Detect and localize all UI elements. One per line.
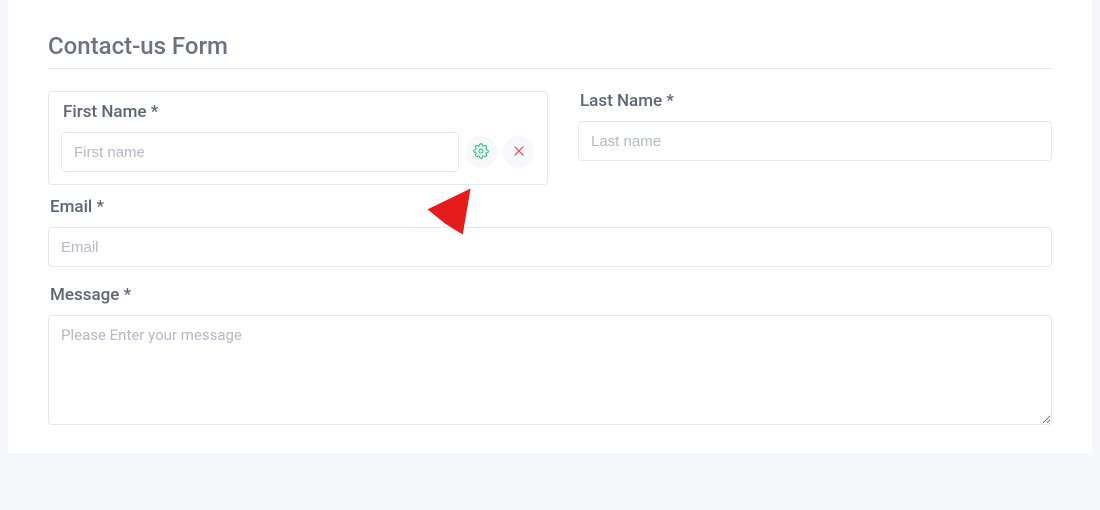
first-name-label: First Name * — [61, 102, 535, 122]
gear-icon — [473, 143, 489, 162]
settings-button[interactable] — [465, 136, 497, 168]
last-name-input[interactable] — [578, 121, 1052, 161]
row-email: Email * — [48, 197, 1052, 267]
field-message[interactable]: Message * — [48, 285, 1052, 425]
email-label: Email * — [48, 197, 1052, 217]
first-name-input[interactable] — [61, 132, 459, 172]
message-input-row — [48, 315, 1052, 425]
divider — [48, 68, 1052, 69]
message-input[interactable] — [48, 315, 1052, 425]
message-label: Message * — [48, 285, 1052, 305]
email-input[interactable] — [48, 227, 1052, 267]
form-title: Contact-us Form — [48, 32, 1052, 60]
last-name-input-row — [578, 121, 1052, 161]
row-message: Message * — [48, 285, 1052, 425]
form-container: Contact-us Form First Name * — [8, 0, 1092, 453]
field-first-name[interactable]: First Name * — [48, 91, 548, 185]
close-icon — [512, 144, 526, 161]
first-name-input-row — [61, 132, 535, 172]
row-names: First Name * — [48, 91, 1052, 185]
field-last-name[interactable]: Last Name * — [578, 91, 1052, 185]
email-input-row — [48, 227, 1052, 267]
field-email[interactable]: Email * — [48, 197, 1052, 267]
delete-button[interactable] — [503, 136, 535, 168]
last-name-label: Last Name * — [578, 91, 1052, 111]
